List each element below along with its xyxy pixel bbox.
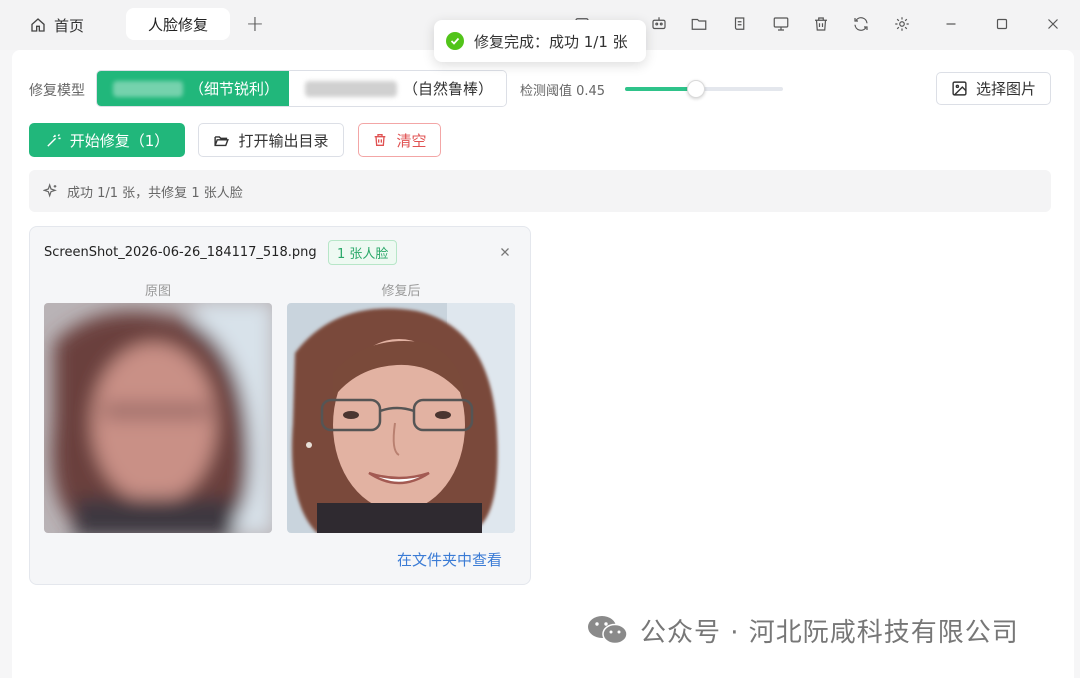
original-image[interactable] [44, 303, 272, 533]
app-window: 首页 人脸修复 + 修复完成：成功 1/1 张 修复模型 （细节锐利） （自然鲁… [0, 0, 1080, 678]
tab-home[interactable]: 首页 [22, 10, 92, 40]
sparkle-icon [43, 183, 57, 198]
close-icon[interactable] [1042, 13, 1064, 35]
model-label: 修复模型 [29, 83, 85, 99]
status-text: 成功 1/1 张，共修复 1 张人脸 [67, 185, 243, 201]
model-option-robust[interactable]: （自然鲁棒） [289, 71, 506, 106]
settings-row: 修复模型 （细节锐利） （自然鲁棒） 检测阈值 0.45 选择图片 [12, 70, 1074, 108]
restored-image[interactable] [287, 303, 515, 533]
trash-icon [375, 134, 386, 146]
open-output-button[interactable]: 打开输出目录 [198, 123, 344, 157]
trash-icon[interactable] [810, 13, 832, 35]
threshold-slider-fill [625, 87, 697, 91]
actions-row: 开始修复（1） 打开输出目录 清空 [12, 123, 1074, 157]
clear-button[interactable]: 清空 [358, 123, 441, 157]
threshold-label: 检测阈值 0.45 [520, 84, 606, 99]
model-name-redacted [113, 80, 183, 97]
check-circle-icon [446, 32, 464, 50]
original-caption: 原图 [144, 284, 171, 299]
robot-icon[interactable] [648, 13, 670, 35]
success-toast: 修复完成：成功 1/1 张 [434, 20, 646, 62]
result-card: ScreenShot_2026-06-26_184117_518.png 1 张… [29, 226, 531, 585]
select-image-button[interactable]: 选择图片 [936, 72, 1051, 105]
model-name-redacted [305, 80, 397, 97]
maximize-icon[interactable] [991, 13, 1013, 35]
magic-wand-icon [47, 133, 61, 147]
start-restore-button[interactable]: 开始修复（1） [29, 123, 185, 157]
open-output-label: 打开输出目录 [238, 131, 329, 150]
select-image-label: 选择图片 [975, 80, 1036, 98]
gear-icon[interactable] [891, 13, 913, 35]
clear-label: 清空 [396, 131, 427, 150]
home-icon [31, 18, 45, 32]
view-in-folder-link[interactable]: 在文件夹中查看 [397, 549, 502, 570]
remove-result-button[interactable] [496, 242, 514, 262]
threshold-slider[interactable] [625, 80, 783, 98]
model-option-sharp-label: （细节锐利） [189, 80, 280, 98]
minimize-icon[interactable] [940, 13, 962, 35]
folder-open-icon [214, 135, 230, 146]
watermark: 公众号 · 河北阮咸科技有限公司 [586, 612, 1019, 648]
model-selector: （细节锐利） （自然鲁棒） [96, 70, 507, 107]
wechat-icon [588, 616, 628, 645]
model-option-sharp[interactable]: （细节锐利） [97, 71, 289, 106]
image-add-icon [952, 81, 967, 96]
result-filename: ScreenShot_2026-06-26_184117_518.png [44, 245, 317, 260]
close-icon [501, 248, 509, 256]
tab-face-restore[interactable]: 人脸修复 [126, 8, 230, 40]
tab-home-label: 首页 [54, 16, 85, 35]
watermark-text: 公众号 · 河北阮咸科技有限公司 [640, 617, 1019, 648]
scroll-icon[interactable] [729, 13, 751, 35]
folder-icon[interactable] [688, 13, 710, 35]
monitor-icon[interactable] [770, 13, 792, 35]
refresh-icon[interactable] [850, 13, 872, 35]
start-restore-label: 开始修复（1） [69, 131, 170, 150]
add-tab-button[interactable]: + [243, 11, 267, 37]
threshold-slider-thumb[interactable] [687, 80, 706, 98]
toast-message: 修复完成：成功 1/1 张 [474, 32, 628, 51]
model-option-robust-label: （自然鲁棒） [403, 80, 494, 98]
status-bar: 成功 1/1 张，共修复 1 张人脸 [29, 170, 1051, 212]
main-content: 修复模型 （细节锐利） （自然鲁棒） 检测阈值 0.45 选择图片 开始修复（1… [12, 50, 1074, 678]
restored-caption: 修复后 [381, 284, 421, 299]
tab-face-restore-label: 人脸修复 [147, 15, 208, 34]
face-count-badge: 1 张人脸 [328, 240, 398, 265]
